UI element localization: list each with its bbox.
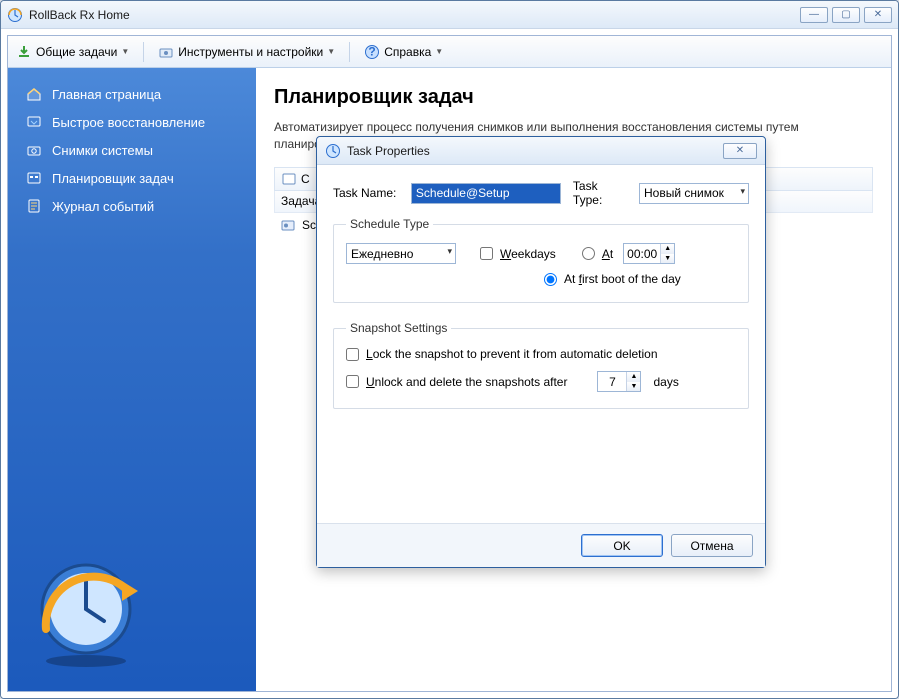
weekdays-label: eekdays	[511, 247, 556, 261]
clock-logo-icon	[26, 551, 146, 671]
dialog-close-button[interactable]: ✕	[723, 143, 757, 159]
task-type-label: Task Type:	[573, 179, 627, 207]
time-input[interactable]	[624, 244, 660, 263]
restore-icon	[26, 114, 42, 130]
app-title: RollBack Rx Home	[29, 8, 800, 22]
titlebar: RollBack Rx Home — ▢ ✕	[1, 1, 898, 29]
toolbar-common-label: Общие задачи	[36, 45, 117, 59]
app-icon	[7, 7, 23, 23]
task-properties-dialog: Task Properties ✕ Task Name: Task Type:	[316, 136, 766, 568]
dialog-icon	[325, 143, 341, 159]
chevron-down-icon: ▼	[327, 47, 335, 56]
schedule-icon	[26, 170, 42, 186]
toolbar: Общие задачи ▼ Инструменты и настройки ▼…	[8, 36, 891, 68]
window-controls: — ▢ ✕	[800, 7, 892, 23]
toolbar-tools-label: Инструменты и настройки	[178, 45, 323, 59]
task-name-input[interactable]	[411, 183, 561, 204]
log-icon	[26, 198, 42, 214]
sidebar-label: Быстрое восстановление	[52, 115, 205, 130]
unlock-delete-checkbox-input[interactable]	[346, 375, 359, 388]
body: Главная страница Быстрое восстановление	[8, 68, 891, 691]
sidebar-item-home[interactable]: Главная страница	[8, 80, 256, 108]
sidebar-label: Снимки системы	[52, 143, 153, 158]
dialog-body: Task Name: Task Type: Новый снимок	[317, 165, 765, 523]
chevron-down-icon: ▼	[435, 47, 443, 56]
minimize-button[interactable]: —	[800, 7, 828, 23]
home-icon	[26, 86, 42, 102]
dialog-title: Task Properties	[347, 144, 723, 158]
toolbar-help-label: Справка	[384, 45, 431, 59]
spin-down[interactable]: ▼	[626, 382, 640, 392]
help-icon: ?	[364, 44, 380, 60]
snapshot-settings-legend: Snapshot Settings	[346, 321, 451, 335]
first-boot-radio-input[interactable]	[544, 273, 557, 286]
svg-text:?: ?	[369, 44, 376, 58]
sidebar: Главная страница Быстрое восстановление	[8, 68, 256, 691]
close-button[interactable]: ✕	[864, 7, 892, 23]
inner-window: Общие задачи ▼ Инструменты и настройки ▼…	[7, 35, 892, 692]
tools-icon	[158, 44, 174, 60]
download-icon	[16, 44, 32, 60]
days-suffix: days	[653, 375, 678, 389]
camera-icon	[26, 142, 42, 158]
lock-snapshot-checkbox[interactable]: Lock the snapshot to prevent it from aut…	[346, 347, 658, 361]
task-name-label: Task Name:	[333, 186, 405, 200]
sidebar-item-log[interactable]: Журнал событий	[8, 192, 256, 220]
toolbar-help[interactable]: ? Справка ▼	[364, 44, 443, 60]
sidebar-logo	[8, 543, 256, 679]
schedule-type-legend: Schedule Type	[346, 217, 433, 231]
task-type-select[interactable]: Новый снимок	[639, 183, 749, 204]
sidebar-label: Главная страница	[52, 87, 161, 102]
lock-snapshot-checkbox-input[interactable]	[346, 348, 359, 361]
unlock-delete-checkbox[interactable]: Unlock and delete the snapshots after	[346, 375, 567, 389]
dialog-footer: OK Отмена	[317, 523, 765, 567]
maximize-button[interactable]: ▢	[832, 7, 860, 23]
at-radio[interactable]: At	[582, 247, 613, 261]
sidebar-item-snapshots[interactable]: Снимки системы	[8, 136, 256, 164]
toolbar-divider	[349, 42, 350, 62]
weekdays-checkbox[interactable]: Weekdays	[480, 247, 556, 261]
first-boot-radio[interactable]: At first boot of the day	[544, 272, 681, 286]
ok-button[interactable]: OK	[581, 534, 663, 557]
main-panel: Планировщик задач Автоматизирует процесс…	[256, 68, 891, 691]
snapshot-settings-group: Snapshot Settings Lock the snapshot to p…	[333, 321, 749, 409]
days-spinner[interactable]: ▲ ▼	[597, 371, 641, 392]
outer-content: Общие задачи ▼ Инструменты и настройки ▼…	[1, 29, 898, 698]
cancel-button[interactable]: Отмена	[671, 534, 753, 557]
at-radio-input[interactable]	[582, 247, 595, 260]
spin-up[interactable]: ▲	[660, 244, 674, 254]
chevron-down-icon: ▼	[121, 47, 129, 56]
list-toolbar-hint: С	[301, 172, 310, 186]
spin-up[interactable]: ▲	[626, 372, 640, 382]
sidebar-label: Планировщик задач	[52, 171, 174, 186]
days-input[interactable]	[598, 372, 626, 391]
new-task-icon[interactable]	[281, 171, 297, 187]
frequency-select[interactable]: Ежедневно	[346, 243, 456, 264]
app-window: RollBack Rx Home — ▢ ✕ Общие задачи ▼	[0, 0, 899, 699]
weekdays-checkbox-input[interactable]	[480, 247, 493, 260]
sidebar-label: Журнал событий	[52, 199, 154, 214]
toolbar-common-tasks[interactable]: Общие задачи ▼	[16, 44, 129, 60]
schedule-type-group: Schedule Type Ежедневно	[333, 217, 749, 303]
task-icon	[280, 217, 296, 233]
page-title: Планировщик задач	[274, 86, 873, 109]
toolbar-tools[interactable]: Инструменты и настройки ▼	[158, 44, 335, 60]
sidebar-item-restore[interactable]: Быстрое восстановление	[8, 108, 256, 136]
sidebar-item-scheduler[interactable]: Планировщик задач	[8, 164, 256, 192]
time-spinner[interactable]: ▲ ▼	[623, 243, 675, 264]
toolbar-divider	[143, 42, 144, 62]
dialog-titlebar: Task Properties ✕	[317, 137, 765, 165]
spin-down[interactable]: ▼	[660, 254, 674, 264]
